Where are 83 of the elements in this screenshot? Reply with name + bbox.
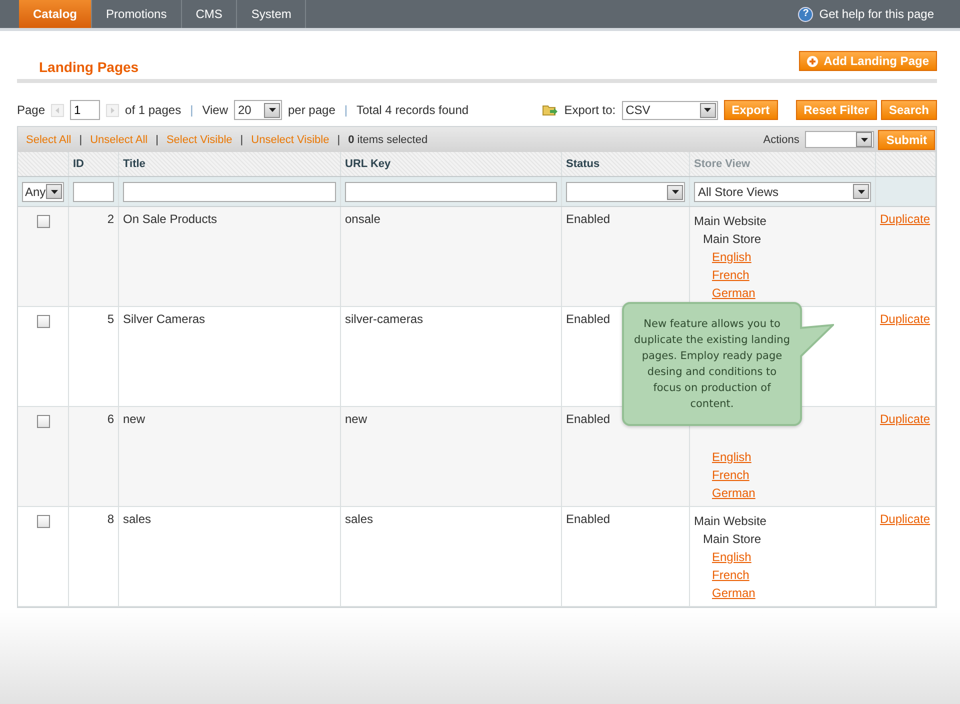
actions-label: Actions (763, 134, 800, 146)
duplicate-link[interactable]: Duplicate (880, 512, 930, 526)
any-select[interactable]: Any (22, 182, 64, 202)
table-cell: 5 (107, 312, 114, 326)
table-cell: sales (123, 512, 152, 526)
filter-field[interactable] (123, 182, 336, 202)
filter-field[interactable] (73, 182, 114, 202)
column-header[interactable]: URL Key (340, 152, 562, 176)
table-cell: Enabled (566, 512, 610, 526)
store-view-link[interactable]: German (712, 486, 756, 500)
store-name: Main Store (702, 531, 762, 548)
per-page-select[interactable]: 20 (234, 100, 282, 120)
export-format-select[interactable]: CSV (622, 100, 718, 120)
store-view-link[interactable]: English (712, 450, 752, 464)
export-label: Export to: (564, 103, 616, 117)
nav-tab[interactable]: CMS (182, 0, 238, 28)
filter-button[interactable]: Search (880, 100, 937, 120)
table-cell: sales (345, 512, 374, 526)
store-name: Main Store (702, 231, 762, 248)
column-header: Store View (690, 152, 876, 176)
help-icon[interactable]: ? (798, 6, 814, 22)
separator: | (190, 103, 194, 117)
table-cell: Enabled (566, 212, 610, 226)
view-label: View (202, 103, 228, 117)
table-cell: 6 (107, 412, 114, 426)
page-number-field[interactable]: 1 (70, 100, 100, 120)
page-label: Page (17, 103, 46, 117)
callout-text: New feature allows you to duplicate the existing landing pages. Employ ready page desing and conditions to focus on production of content. (633, 317, 791, 412)
add-landing-page-button[interactable]: Add Landing Page (798, 51, 937, 71)
table-cell: 8 (107, 512, 114, 526)
mass-select-link[interactable]: Select All (26, 134, 72, 146)
store-view-select[interactable]: All Store Views (694, 182, 871, 202)
row-checkbox[interactable] (37, 415, 50, 428)
folder-arrow-icon (542, 103, 558, 117)
mass-select-link[interactable]: Unselect Visible (251, 134, 330, 146)
mass-select-link[interactable]: Select Visible (166, 134, 232, 146)
page-title: Landing Pages (39, 59, 139, 75)
mass-select-link[interactable]: Unselect All (90, 134, 148, 146)
table-cell: Silver Cameras (123, 312, 206, 326)
separator: | (344, 103, 348, 117)
table-cell: new (345, 412, 368, 426)
row-checkbox[interactable] (37, 515, 50, 528)
store-view-link[interactable]: German (712, 286, 756, 300)
export-button[interactable]: Export (724, 100, 778, 120)
duplicate-link[interactable]: Duplicate (880, 412, 930, 426)
table-cell: Enabled (566, 312, 610, 326)
nav-tab[interactable]: Promotions (92, 0, 182, 28)
page-count: of 1 pages (125, 103, 182, 117)
store-view-link[interactable]: French (712, 568, 750, 582)
website-name: Main Website (694, 513, 768, 530)
separator: | (337, 134, 340, 146)
row-checkbox[interactable] (37, 215, 50, 228)
nav-tab[interactable]: Catalog (19, 0, 92, 28)
per-page-label: per page (288, 103, 336, 117)
column-header[interactable]: Title (118, 152, 340, 176)
table-cell: 2 (107, 212, 114, 226)
column-header[interactable]: Status (562, 152, 690, 176)
store-view-link[interactable]: French (712, 468, 750, 482)
store-view-link[interactable]: English (712, 250, 752, 264)
website-name: Main Website (694, 213, 768, 230)
filter-field[interactable] (345, 182, 557, 202)
duplicate-link[interactable]: Duplicate (880, 212, 930, 226)
nav-tab[interactable]: System (237, 0, 306, 28)
separator: | (79, 134, 82, 146)
table-cell: silver-cameras (345, 312, 424, 326)
table-cell: new (123, 412, 146, 426)
separator: | (156, 134, 158, 146)
submit-button[interactable]: Submit (878, 130, 935, 150)
table-cell: onsale (345, 212, 380, 226)
help-link[interactable]: Get help for this page (819, 7, 934, 21)
table-cell: Enabled (566, 412, 610, 426)
selected-count: 0 items selected (348, 134, 428, 146)
table-cell: On Sale Products (123, 212, 218, 226)
row-checkbox[interactable] (37, 315, 50, 328)
column-header[interactable]: ID (68, 152, 118, 176)
duplicate-link[interactable]: Duplicate (880, 312, 930, 326)
store-view-link[interactable]: English (712, 550, 752, 564)
plus-icon (806, 56, 818, 66)
store-view-link[interactable]: French (712, 268, 750, 282)
store-view-link[interactable]: German (712, 586, 756, 600)
filter-button[interactable]: Reset Filter (796, 100, 877, 120)
separator: | (240, 134, 244, 146)
records-count: Total 4 records found (356, 103, 469, 117)
